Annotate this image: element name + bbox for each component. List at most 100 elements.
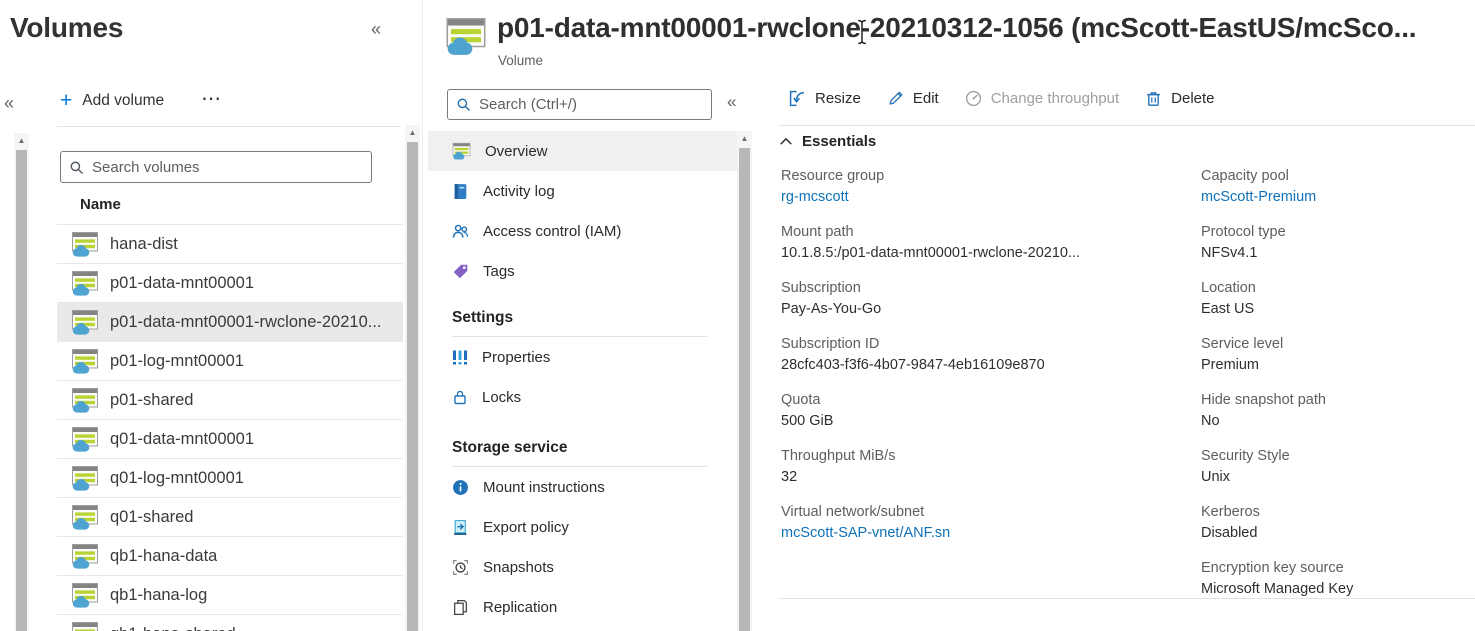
blade-subtitle: Volume [498, 53, 543, 68]
azure-portal-volumes-screen: Volumes « « + Add volume ⋯ ▲ Name hana-d… [0, 0, 1475, 631]
menu-item-mount-instructions[interactable]: Mount instructions [428, 467, 737, 507]
field-value: Microsoft Managed Key [1201, 578, 1473, 600]
volume-icon [71, 504, 99, 530]
delete-icon [1145, 90, 1162, 107]
menu-item-snapshots[interactable]: Snapshots [428, 547, 737, 587]
snapshots-icon [452, 559, 469, 576]
menu-item-overview[interactable]: Overview [428, 131, 737, 171]
command-bar-divider [779, 125, 1475, 126]
essentials-field: Quota 500 GiB [781, 390, 1193, 432]
menu-item-access-control[interactable]: Access control (IAM) [428, 211, 737, 251]
add-volume-button[interactable]: + Add volume [60, 91, 164, 111]
resize-label: Resize [815, 90, 861, 107]
chevron-up-icon [779, 136, 793, 147]
essentials-field: Subscription Pay-As-You-Go [781, 278, 1193, 320]
search-icon [69, 160, 84, 175]
volumes-blade-collapse-icon[interactable]: « [371, 20, 381, 38]
change-throughput-button[interactable]: Change throughput [965, 90, 1119, 107]
menu-section-settings: Settings [428, 309, 737, 327]
outer-blade-collapse-icon[interactable]: « [4, 94, 14, 112]
essentials-heading: Essentials [802, 133, 876, 150]
volume-name: q01-log-mnt00001 [110, 469, 244, 488]
scrollbar-thumb[interactable] [407, 142, 418, 631]
volume-list-column-header: Name [80, 196, 121, 213]
menu-item-tags[interactable]: Tags [428, 251, 737, 291]
volume-list-item[interactable]: qb1-hana-data [57, 537, 403, 576]
volume-list-item[interactable]: q01-shared [57, 498, 403, 537]
info-icon [452, 479, 469, 496]
field-value: 32 [781, 466, 1193, 488]
essentials-field: Security Style Unix [1201, 446, 1473, 488]
volume-list-item[interactable]: p01-shared [57, 381, 403, 420]
volume-list-item-selected[interactable]: p01-data-mnt00001-rwclone-20210... [57, 303, 403, 342]
left-strip-scrollbar[interactable]: ▲ [14, 133, 29, 631]
menu-scrollbar[interactable]: ▲ [737, 131, 752, 631]
volume-list-scrollbar[interactable]: ▲ [405, 125, 420, 631]
menu-item-properties[interactable]: Properties [428, 337, 737, 377]
menu-item-label: Activity log [483, 183, 555, 200]
field-value: 10.1.8.5:/p01-data-mnt00001-rwclone-2021… [781, 242, 1193, 264]
search-volumes-box[interactable] [60, 151, 372, 183]
volume-list-item[interactable]: p01-log-mnt00001 [57, 342, 403, 381]
plus-icon: + [60, 91, 72, 111]
essentials-toggle[interactable]: Essentials [779, 133, 876, 150]
volume-name: qb1-hana-data [110, 547, 217, 566]
volume-name: hana-dist [110, 235, 178, 254]
field-label: Mount path [781, 222, 1193, 242]
menu-collapse-icon[interactable]: « [727, 93, 736, 110]
volume-name: qb1-hana-log [110, 586, 207, 605]
field-label: Quota [781, 390, 1193, 410]
menu-item-replication[interactable]: Replication [428, 587, 737, 627]
field-value: 500 GiB [781, 410, 1193, 432]
export-policy-icon [452, 519, 469, 536]
scrollbar-thumb[interactable] [16, 150, 27, 631]
field-label: Hide snapshot path [1201, 390, 1473, 410]
menu-item-locks[interactable]: Locks [428, 377, 737, 417]
volume-icon [71, 309, 99, 335]
volume-list-item[interactable]: qb1-hana-shared [57, 615, 403, 631]
field-label: Throughput MiB/s [781, 446, 1193, 466]
blade-search-box[interactable] [447, 89, 712, 120]
delete-label: Delete [1171, 90, 1214, 107]
volume-list-item[interactable]: q01-data-mnt00001 [57, 420, 403, 459]
field-label: Subscription [781, 278, 1193, 298]
essentials-field: Resource group rg-mcscott [781, 166, 1193, 208]
menu-item-label: Access control (IAM) [483, 223, 621, 240]
delete-button[interactable]: Delete [1145, 90, 1214, 107]
virtual-network-link[interactable]: mcScott-SAP-vnet/ANF.sn [781, 522, 1193, 544]
change-throughput-label: Change throughput [991, 90, 1119, 107]
field-value: Premium [1201, 354, 1473, 376]
volume-list-item[interactable]: hana-dist [57, 225, 403, 264]
text-cursor-icon [857, 19, 867, 45]
volume-list-item[interactable]: qb1-hana-log [57, 576, 403, 615]
blade-search-input[interactable] [479, 96, 703, 113]
volume-name: p01-data-mnt00001 [110, 274, 254, 293]
essentials-right-column: Capacity pool mcScott-Premium Protocol t… [1201, 166, 1473, 614]
menu-item-activity-log[interactable]: Activity log [428, 171, 737, 211]
scroll-up-icon[interactable]: ▲ [737, 133, 752, 145]
scroll-up-icon[interactable]: ▲ [14, 135, 29, 147]
edit-button[interactable]: Edit [887, 90, 939, 107]
field-label: Security Style [1201, 446, 1473, 466]
volume-list-item[interactable]: q01-log-mnt00001 [57, 459, 403, 498]
resize-button[interactable]: Resize [789, 90, 861, 107]
tag-icon [452, 263, 469, 280]
menu-section-storage-service: Storage service [428, 439, 737, 457]
field-value: East US [1201, 298, 1473, 320]
menu-item-label: Overview [485, 143, 548, 160]
scrollbar-thumb[interactable] [739, 148, 750, 631]
essentials-field: Protocol type NFSv4.1 [1201, 222, 1473, 264]
resource-group-link[interactable]: rg-mcscott [781, 186, 1193, 208]
gauge-icon [965, 90, 982, 107]
capacity-pool-link[interactable]: mcScott-Premium [1201, 186, 1473, 208]
field-label: Virtual network/subnet [781, 502, 1193, 522]
scroll-up-icon[interactable]: ▲ [405, 127, 420, 139]
edit-label: Edit [913, 90, 939, 107]
volume-list-item[interactable]: p01-data-mnt00001 [57, 264, 403, 303]
search-volumes-input[interactable] [92, 159, 363, 176]
menu-item-label: Replication [483, 599, 557, 616]
more-options-button[interactable]: ⋯ [201, 86, 223, 111]
menu-item-export-policy[interactable]: Export policy [428, 507, 737, 547]
blade-menu: Overview Activity log Access control (IA… [428, 131, 737, 627]
field-label: Encryption key source [1201, 558, 1473, 578]
